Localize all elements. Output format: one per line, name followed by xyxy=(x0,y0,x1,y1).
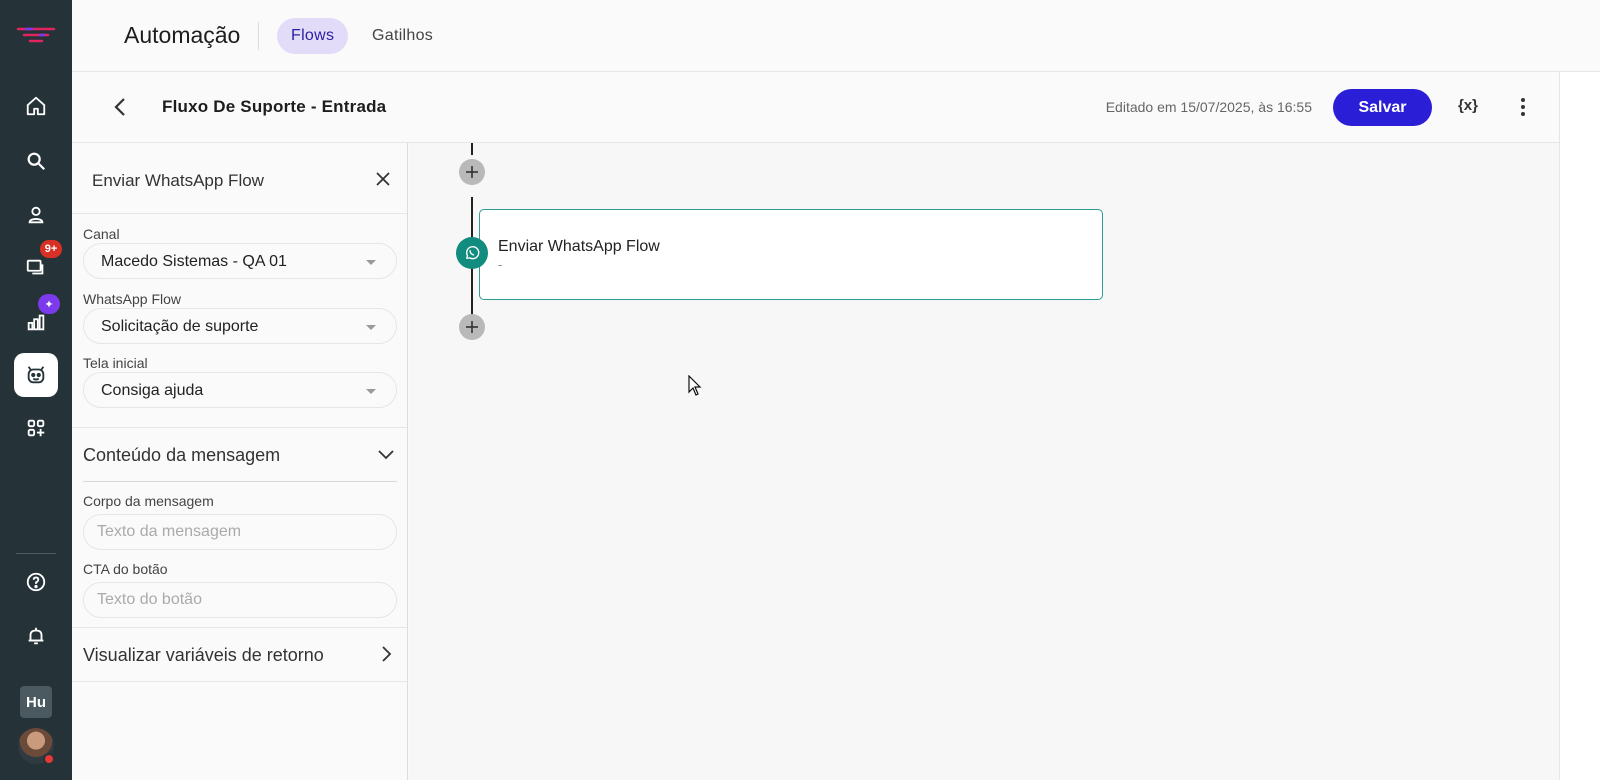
variables-button[interactable]: {x} xyxy=(1458,97,1478,114)
tela-inicial-label: Tela inicial xyxy=(83,355,148,371)
more-vert-icon[interactable] xyxy=(1520,96,1526,118)
sparkle-badge: ✦ xyxy=(38,294,60,314)
tab-flows[interactable]: Flows xyxy=(277,18,349,54)
divider xyxy=(83,481,397,482)
cta-label: CTA do botão xyxy=(83,561,168,577)
mouse-cursor-icon xyxy=(688,375,702,396)
add-step-button[interactable] xyxy=(459,159,485,185)
canal-select[interactable]: Macedo Sistemas - QA 01 xyxy=(83,243,397,279)
close-icon[interactable] xyxy=(375,171,391,187)
flow-name[interactable]: Fluxo De Suporte - Entrada xyxy=(162,97,386,117)
rail-automation[interactable] xyxy=(14,353,58,397)
contacts-icon xyxy=(28,206,44,224)
edited-timestamp: Editado em 15/07/2025, às 16:55 xyxy=(1105,99,1312,115)
bot-icon xyxy=(27,366,45,384)
cta-input[interactable] xyxy=(83,582,397,618)
tela-inicial-value: Consiga ajuda xyxy=(101,382,204,399)
rail-contacts[interactable] xyxy=(14,193,58,237)
panel-title: Enviar WhatsApp Flow xyxy=(92,171,264,190)
caret-down-icon xyxy=(366,325,376,330)
rail-chats[interactable]: 9+ xyxy=(14,240,62,290)
corpo-label: Corpo da mensagem xyxy=(83,493,214,509)
divider xyxy=(72,681,408,682)
brand-logo-icon[interactable] xyxy=(16,24,56,48)
apps-icon xyxy=(27,419,45,437)
save-button[interactable]: Salvar xyxy=(1333,89,1432,126)
whatsapp-flow-value: Solicitação de suporte xyxy=(101,318,259,335)
right-edge xyxy=(1559,72,1600,780)
rail-search[interactable] xyxy=(14,139,58,183)
divider xyxy=(72,427,408,428)
search-icon xyxy=(27,152,46,171)
rail-apps[interactable] xyxy=(14,406,58,450)
flow-node-whatsapp[interactable]: Enviar WhatsApp Flow - xyxy=(479,209,1103,300)
workspace-switcher[interactable]: Hu xyxy=(20,686,52,718)
whatsapp-icon xyxy=(456,237,488,269)
whatsapp-flow-label: WhatsApp Flow xyxy=(83,291,182,307)
back-arrow-icon[interactable] xyxy=(110,96,132,118)
status-dot xyxy=(43,753,55,765)
chevron-right-icon[interactable] xyxy=(377,645,395,663)
reports-icon xyxy=(27,314,45,331)
page-title: Automação xyxy=(124,22,241,48)
rail-divider xyxy=(16,553,56,554)
rail-reports[interactable]: ✦ xyxy=(14,294,60,344)
rail-help[interactable] xyxy=(14,560,58,604)
nav-rail: 9+ ✦ Hu xyxy=(0,0,72,780)
plus-icon xyxy=(466,321,478,333)
chat-icon xyxy=(26,259,44,275)
canal-label: Canal xyxy=(83,226,120,242)
node-subtitle: - xyxy=(498,257,503,272)
connector-line xyxy=(471,143,473,155)
corpo-input[interactable] xyxy=(83,514,397,550)
chevron-down-icon[interactable] xyxy=(377,445,395,463)
chat-badge: 9+ xyxy=(40,240,62,258)
content-section-title[interactable]: Conteúdo da mensagem xyxy=(83,445,280,466)
canal-value: Macedo Sistemas - QA 01 xyxy=(101,253,287,270)
tab-gatilhos[interactable]: Gatilhos xyxy=(358,18,447,54)
add-step-button[interactable] xyxy=(459,314,485,340)
caret-down-icon xyxy=(366,389,376,394)
divider xyxy=(72,627,408,628)
node-config-panel: Enviar WhatsApp Flow Canal Macedo Sistem… xyxy=(72,143,408,780)
bell-icon xyxy=(28,627,44,645)
plus-icon xyxy=(466,166,478,178)
whatsapp-flow-select[interactable]: Solicitação de suporte xyxy=(83,308,397,344)
rail-notifications[interactable] xyxy=(14,614,58,658)
tela-inicial-select[interactable]: Consiga ajuda xyxy=(83,372,397,408)
flow-canvas[interactable]: Enviar WhatsApp Flow - xyxy=(409,143,1559,780)
help-icon xyxy=(26,572,46,592)
title-divider xyxy=(258,22,259,50)
rail-home[interactable] xyxy=(14,84,58,128)
caret-down-icon xyxy=(366,260,376,265)
node-title: Enviar WhatsApp Flow xyxy=(498,238,660,255)
home-icon xyxy=(26,96,46,116)
user-avatar[interactable] xyxy=(18,728,55,765)
panel-header: Enviar WhatsApp Flow xyxy=(72,143,407,214)
top-bar: Automação Flows Gatilhos xyxy=(72,0,1600,72)
flow-header: Fluxo De Suporte - Entrada Editado em 15… xyxy=(72,72,1600,143)
return-vars-link[interactable]: Visualizar variáveis de retorno xyxy=(83,645,324,666)
